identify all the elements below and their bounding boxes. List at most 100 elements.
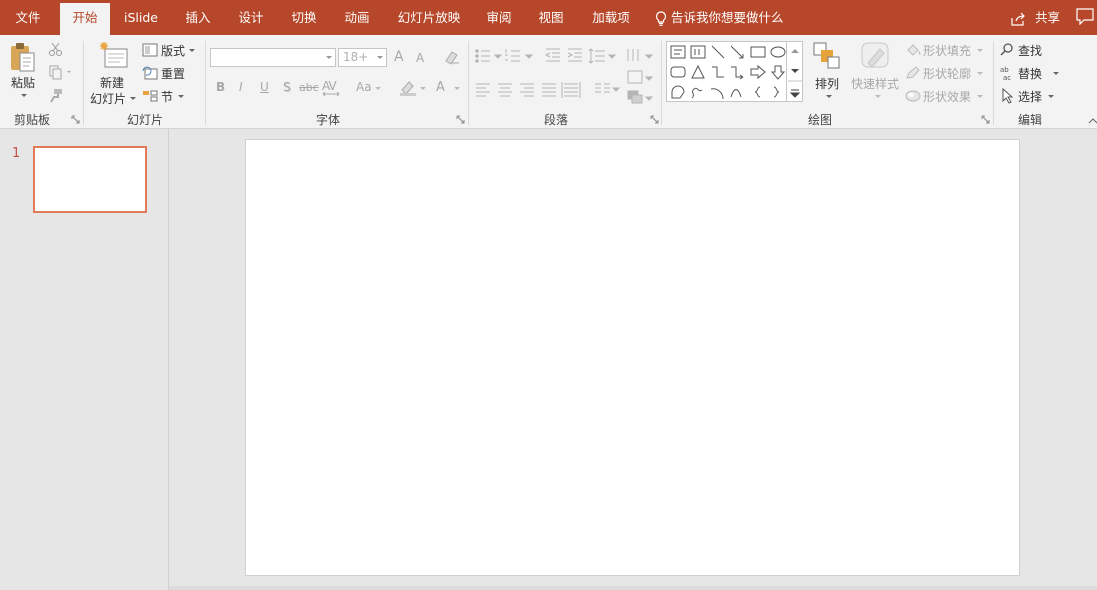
font-color-button[interactable]: A xyxy=(436,80,445,95)
tab-animations[interactable]: 动画 xyxy=(335,0,379,35)
comments-button[interactable] xyxy=(1076,8,1094,26)
copy-button[interactable] xyxy=(48,64,71,82)
collapse-ribbon-icon[interactable] xyxy=(1087,117,1097,125)
format-painter-button[interactable] xyxy=(48,87,66,105)
group-separator xyxy=(205,41,206,125)
tab-islide[interactable]: iSlide xyxy=(118,0,164,35)
line-shape-icon[interactable] xyxy=(711,45,725,59)
find-button[interactable]: 查找 xyxy=(1000,41,1060,59)
change-case-button[interactable]: Aa xyxy=(356,80,372,94)
slide-thumbnail[interactable] xyxy=(33,146,147,213)
decrease-indent-icon[interactable] xyxy=(544,48,560,62)
group-separator xyxy=(468,41,469,125)
bullets-icon[interactable] xyxy=(475,49,503,63)
vertical-textbox-shape-icon[interactable] xyxy=(690,45,706,59)
shape-effects-button[interactable]: 形状效果 xyxy=(905,87,985,105)
text-direction-icon[interactable] xyxy=(627,49,654,61)
down-arrow-shape-icon[interactable] xyxy=(770,65,786,80)
select-button[interactable]: 选择 xyxy=(1000,87,1060,105)
ribbon: 粘贴 剪贴板 新建 幻灯片 版式 重置 节 幻灯片 18+ A A B I U … xyxy=(0,35,1097,129)
font-size-combobox[interactable]: 18+ xyxy=(338,48,387,67)
select-label: 选择 xyxy=(1018,90,1043,104)
freeform-shape-icon[interactable] xyxy=(671,85,685,99)
tab-home[interactable]: 开始 xyxy=(60,3,110,35)
replace-icon: abac xyxy=(1000,66,1011,81)
align-center-icon[interactable] xyxy=(498,83,512,97)
arrange-button[interactable]: 排列 xyxy=(813,41,845,107)
distributed-icon[interactable] xyxy=(561,82,581,98)
drawing-dialog-launcher-icon[interactable] xyxy=(981,115,990,124)
paragraph-dialog-launcher-icon[interactable] xyxy=(650,115,659,124)
tab-file[interactable]: 文件 xyxy=(6,0,50,35)
clipboard-dialog-launcher-icon[interactable] xyxy=(71,115,80,124)
paragraph-controls xyxy=(475,48,654,104)
triangle-shape-icon[interactable] xyxy=(691,64,705,79)
increase-font-size-button[interactable]: A xyxy=(394,49,404,65)
text-shadow-button[interactable]: S xyxy=(283,80,291,94)
justify-icon[interactable] xyxy=(542,83,556,97)
underline-button[interactable]: U xyxy=(260,80,269,94)
italic-button[interactable]: I xyxy=(239,80,243,94)
shape-outline-button[interactable]: 形状轮廓 xyxy=(905,64,985,82)
columns-icon[interactable] xyxy=(595,83,621,93)
cut-button[interactable] xyxy=(48,41,66,59)
replace-button[interactable]: ab ac 替换 xyxy=(1000,64,1060,82)
arc-shape-icon[interactable] xyxy=(710,88,724,100)
scribble-shape-icon[interactable] xyxy=(691,87,703,99)
oval-shape-icon[interactable] xyxy=(770,46,786,58)
elbow-connector-shape-icon[interactable] xyxy=(712,66,724,78)
decrease-font-size-button[interactable]: A xyxy=(416,51,424,65)
shapes-gallery-grid xyxy=(670,45,786,100)
tab-insert[interactable]: 插入 xyxy=(176,0,220,35)
quick-styles-caret xyxy=(875,95,881,98)
textbox-shape-icon[interactable] xyxy=(670,45,686,59)
layout-button[interactable]: 版式 xyxy=(142,41,200,59)
align-right-icon[interactable] xyxy=(520,83,534,97)
share-button[interactable]: 共享 xyxy=(1010,0,1060,35)
rectangle-shape-icon[interactable] xyxy=(750,46,766,58)
rounded-rectangle-shape-icon[interactable] xyxy=(670,66,686,78)
paste-button[interactable]: 粘贴 xyxy=(8,41,40,101)
paste-label: 粘贴 xyxy=(11,76,36,90)
tab-review[interactable]: 审阅 xyxy=(477,0,521,35)
elbow-arrow-connector-shape-icon[interactable] xyxy=(731,66,744,80)
right-brace-shape-icon[interactable] xyxy=(773,86,780,98)
bold-button[interactable]: B xyxy=(216,80,225,94)
increase-indent-icon[interactable] xyxy=(567,48,582,62)
tab-addins[interactable]: 加载项 xyxy=(584,0,638,35)
shape-outline-caret xyxy=(977,72,983,75)
tab-view[interactable]: 视图 xyxy=(529,0,573,35)
highlight-button[interactable] xyxy=(399,80,417,99)
left-brace-shape-icon[interactable] xyxy=(754,86,761,98)
strikethrough-button[interactable]: abc xyxy=(299,81,319,94)
font-name-combobox[interactable] xyxy=(210,48,336,67)
section-button[interactable]: 节 xyxy=(142,87,192,105)
tell-me-search[interactable]: 告诉我你想要做什么 xyxy=(655,0,784,35)
tab-design[interactable]: 设计 xyxy=(229,0,273,35)
tab-slideshow[interactable]: 幻灯片放映 xyxy=(392,0,466,35)
character-spacing-button[interactable]: AV xyxy=(322,79,337,93)
smartart-icon[interactable] xyxy=(627,90,654,104)
font-dialog-launcher-icon[interactable] xyxy=(456,115,465,124)
align-left-icon[interactable] xyxy=(476,83,490,97)
shapes-gallery[interactable] xyxy=(666,41,803,102)
horizontal-scrollbar[interactable] xyxy=(169,586,1097,590)
align-text-icon[interactable] xyxy=(627,70,654,84)
right-arrow-shape-icon[interactable] xyxy=(750,64,766,80)
shape-fill-caret xyxy=(977,49,983,52)
lightbulb-icon xyxy=(655,10,667,26)
share-icon xyxy=(1011,12,1025,26)
new-slide-button[interactable]: 新建 幻灯片 xyxy=(90,41,138,107)
slide-canvas[interactable] xyxy=(245,139,1020,576)
line-spacing-icon[interactable] xyxy=(588,48,617,64)
reset-button[interactable]: 重置 xyxy=(142,64,192,82)
curve-shape-icon[interactable] xyxy=(730,89,742,98)
new-slide-label-line2: 幻灯片 xyxy=(90,92,127,106)
numbering-icon[interactable] xyxy=(505,49,534,62)
shape-fill-button[interactable]: 形状填充 xyxy=(905,41,985,59)
arrow-line-shape-icon[interactable] xyxy=(730,45,744,59)
tab-transitions[interactable]: 切换 xyxy=(282,0,326,35)
clear-formatting-icon[interactable] xyxy=(442,49,460,65)
shapes-gallery-scroll[interactable] xyxy=(786,41,803,102)
quick-styles-button[interactable]: 快速样式 xyxy=(850,41,900,107)
